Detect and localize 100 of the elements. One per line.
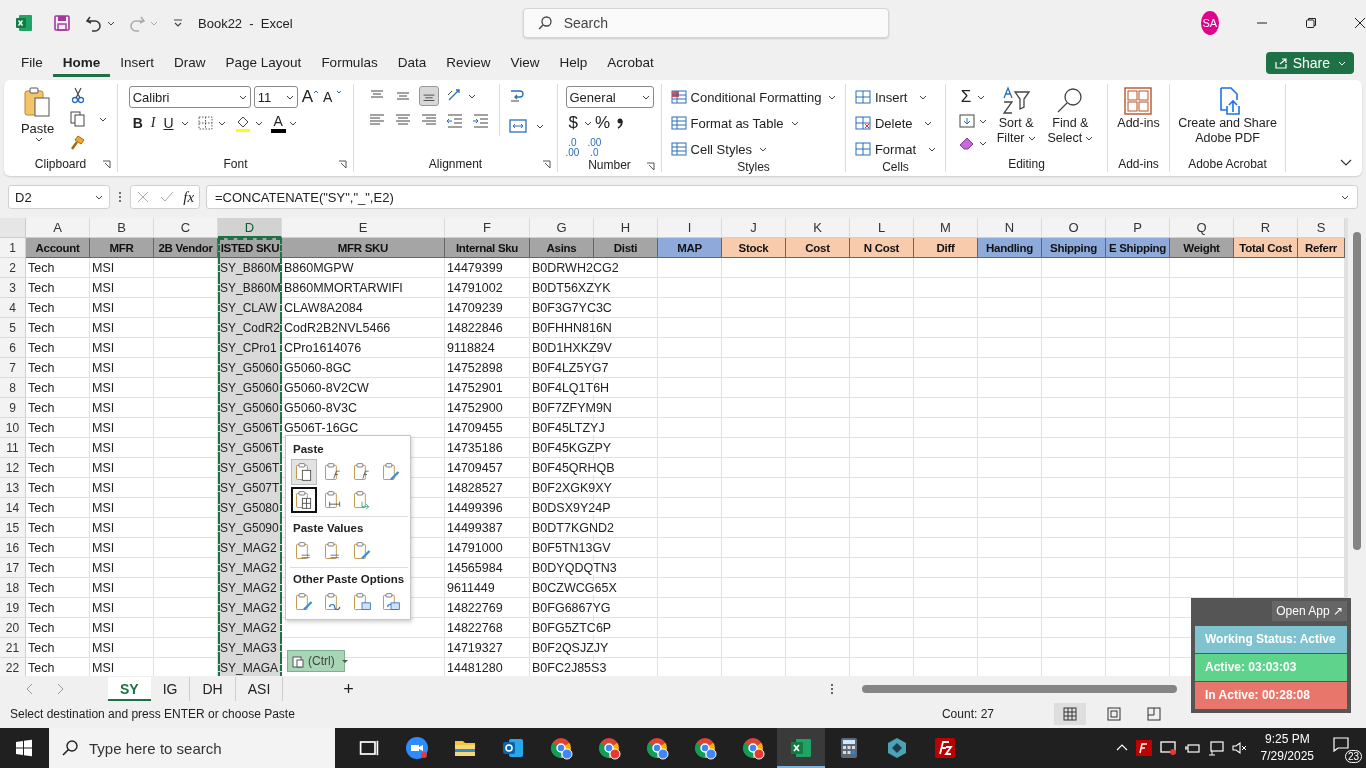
taskbar-search-field[interactable]: Type here to search bbox=[49, 728, 335, 768]
column-header[interactable]: K bbox=[786, 218, 850, 238]
sheet-tab[interactable]: IG bbox=[150, 677, 191, 701]
row-number[interactable]: 1 bbox=[0, 238, 26, 258]
normal-view-icon[interactable] bbox=[1054, 703, 1086, 725]
row-number[interactable]: 5 bbox=[0, 318, 26, 338]
font-style-button[interactable]: U bbox=[159, 112, 178, 134]
ribbon-tab[interactable]: Help bbox=[549, 49, 598, 77]
row-number[interactable]: 15 bbox=[0, 518, 26, 538]
sheet-tab[interactable]: DH bbox=[190, 677, 236, 701]
font-color-button[interactable]: A bbox=[270, 113, 286, 133]
spreadsheet-app-icon[interactable] bbox=[789, 736, 813, 760]
merge-cells-icon[interactable] bbox=[508, 116, 528, 136]
dialog-launcher-icon[interactable] bbox=[646, 162, 655, 171]
styles-button[interactable]: Format as Table bbox=[670, 112, 837, 134]
volume-muted-icon[interactable] bbox=[1230, 739, 1249, 757]
user-avatar[interactable]: SA bbox=[1200, 11, 1219, 35]
dialog-launcher-icon[interactable] bbox=[542, 160, 551, 169]
ribbon-tab[interactable]: View bbox=[500, 49, 550, 77]
hexagon-app-icon[interactable] bbox=[885, 736, 909, 760]
video-app-icon[interactable] bbox=[405, 736, 429, 760]
row-number[interactable]: 4 bbox=[0, 298, 26, 318]
paintbrush-icon[interactable] bbox=[68, 134, 87, 152]
formula-field[interactable]: =CONCATENATE("SY","_",E2) bbox=[206, 185, 1358, 209]
ribbon-tab[interactable]: Review bbox=[436, 49, 501, 77]
ribbon-tab[interactable]: File bbox=[11, 49, 53, 77]
column-header[interactable]: E bbox=[282, 218, 445, 238]
cells-button[interactable]: Format bbox=[854, 138, 937, 160]
more-options-icon[interactable] bbox=[829, 683, 834, 695]
name-box[interactable]: D2 bbox=[8, 185, 110, 209]
ribbon-tab[interactable]: Page Layout bbox=[215, 49, 312, 77]
close-icon[interactable] bbox=[1354, 17, 1366, 29]
ribbon-tab[interactable]: Insert bbox=[110, 49, 165, 77]
browser-icon[interactable] bbox=[645, 736, 669, 760]
styles-button[interactable]: Conditional Formatting bbox=[670, 86, 837, 108]
column-header[interactable]: O bbox=[1042, 218, 1106, 238]
save-icon[interactable] bbox=[52, 13, 72, 33]
ribbon-tab[interactable]: Home bbox=[52, 49, 111, 77]
fill-down-icon[interactable] bbox=[957, 112, 976, 130]
cells-button[interactable]: Insert bbox=[854, 86, 937, 108]
column-header[interactable]: L bbox=[850, 218, 914, 238]
cells-button[interactable]: Delete bbox=[854, 112, 937, 134]
paste-paste-icon[interactable] bbox=[291, 459, 317, 485]
add-ins-button[interactable]: Add-ins bbox=[1115, 84, 1162, 156]
caret-icon[interactable] bbox=[536, 123, 544, 129]
ftp-tray-icon[interactable] bbox=[1134, 739, 1153, 757]
column-header[interactable]: R bbox=[1234, 218, 1298, 238]
column-header[interactable]: M bbox=[914, 218, 978, 238]
monitor-tray-icon[interactable] bbox=[1158, 739, 1177, 757]
grow-font-button[interactable]: A bbox=[297, 86, 313, 108]
restore-icon[interactable] bbox=[1305, 17, 1317, 29]
dialog-launcher-icon[interactable] bbox=[102, 160, 111, 169]
font-size-field[interactable]: 11 bbox=[253, 86, 298, 108]
column-header[interactable]: B bbox=[90, 218, 154, 238]
align-bottom-icon[interactable] bbox=[419, 86, 439, 106]
customize-icon[interactable] bbox=[172, 17, 184, 29]
shrink-font-button[interactable]: A bbox=[319, 86, 337, 108]
column-header[interactable]: S bbox=[1298, 218, 1345, 238]
column-header[interactable]: G bbox=[530, 218, 594, 238]
caret-icon[interactable] bbox=[107, 20, 115, 26]
ribbon-tab[interactable]: Formulas bbox=[311, 49, 388, 77]
browser-icon[interactable] bbox=[597, 736, 621, 760]
windows-start-icon[interactable] bbox=[14, 738, 34, 758]
caret-icon[interactable] bbox=[978, 140, 987, 146]
row-number[interactable]: 12 bbox=[0, 458, 26, 478]
row-number[interactable]: 9 bbox=[0, 398, 26, 418]
column-header[interactable]: D bbox=[218, 218, 282, 238]
open-app-button[interactable]: Open App ↗ bbox=[1272, 601, 1347, 621]
row-number[interactable]: 10 bbox=[0, 418, 26, 438]
checkmark-icon[interactable] bbox=[159, 190, 174, 204]
row-number[interactable]: 6 bbox=[0, 338, 26, 358]
autosum-button[interactable]: Σ bbox=[957, 86, 975, 108]
caret-icon[interactable] bbox=[217, 120, 226, 126]
new-sheet-button[interactable]: + bbox=[343, 678, 354, 700]
row-number[interactable]: 17 bbox=[0, 558, 26, 578]
caret-icon[interactable] bbox=[977, 94, 986, 100]
caret-icon[interactable] bbox=[254, 120, 263, 126]
font-name-field[interactable]: Calibri bbox=[128, 86, 251, 108]
ribbon-tab[interactable]: Draw bbox=[164, 49, 216, 77]
browser-icon[interactable] bbox=[549, 736, 573, 760]
column-header[interactable]: C bbox=[154, 218, 218, 238]
row-number[interactable]: 8 bbox=[0, 378, 26, 398]
row-number[interactable]: 20 bbox=[0, 618, 26, 638]
font-style-button[interactable]: I bbox=[146, 112, 160, 134]
column-header[interactable]: F bbox=[445, 218, 530, 238]
ribbon-tab[interactable]: Acrobat bbox=[597, 49, 664, 77]
caret-icon[interactable] bbox=[468, 93, 476, 99]
percent-button[interactable]: % bbox=[591, 112, 614, 134]
paste-borders-icon[interactable] bbox=[291, 487, 317, 513]
dialog-launcher-icon[interactable] bbox=[338, 160, 347, 169]
browser-icon[interactable] bbox=[693, 736, 717, 760]
column-header[interactable]: Q bbox=[1170, 218, 1234, 238]
decimal-button[interactable]: .00 .0 bbox=[587, 138, 610, 158]
find-select-button[interactable]: Find & Select bbox=[1045, 84, 1096, 148]
paste-options-button[interactable]: (Ctrl) bbox=[287, 650, 345, 672]
styles-button[interactable]: Cell Styles bbox=[670, 138, 837, 160]
mail-app-icon[interactable] bbox=[501, 736, 525, 760]
row-number[interactable]: 21 bbox=[0, 638, 26, 658]
share-button[interactable]: Share bbox=[1265, 52, 1354, 74]
fill-color-icon[interactable] bbox=[233, 114, 252, 132]
